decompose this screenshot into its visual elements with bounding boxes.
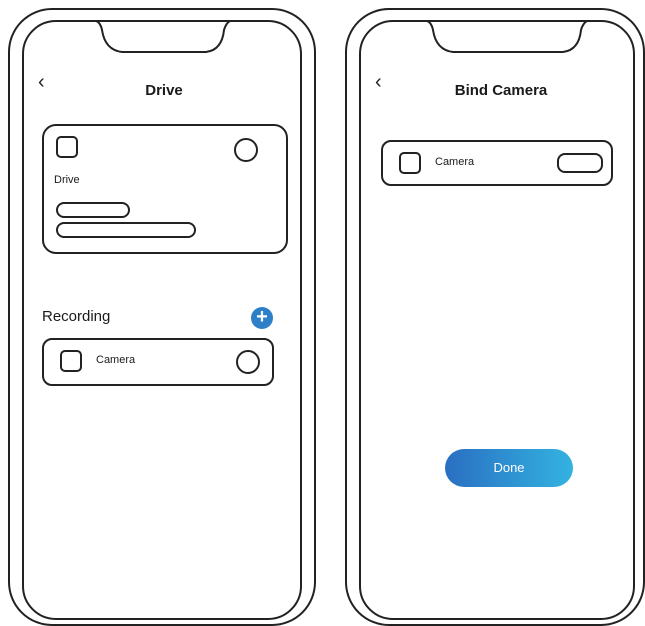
list-item-label: Camera [96,354,136,366]
phone-frame-drive: ‹ Drive Drive Recording + Camera [8,8,316,626]
drive-radio-icon[interactable] [234,138,258,162]
recording-heading: Recording [42,308,111,325]
radio-icon[interactable] [236,350,260,374]
drive-card[interactable]: Drive [42,124,288,254]
camera-bind-label: Camera [435,156,475,168]
add-recording-button[interactable]: + [251,307,273,329]
list-item[interactable]: Camera [42,338,274,386]
chevron-left-icon: ‹ [375,71,382,93]
page-title: Bind Camera [454,82,548,99]
drive-card-label: Drive [54,174,80,186]
plus-circle-icon: + [256,306,268,328]
notch [427,22,588,53]
bind-toggle[interactable] [557,153,603,173]
page-title: Drive [145,82,183,99]
camera-bind-item[interactable]: Camera [381,140,613,186]
done-button[interactable]: Done [445,449,573,487]
chevron-left-icon: ‹ [38,71,45,93]
placeholder-bar [56,222,196,238]
phone-screen-drive: ‹ Drive Drive Recording + Camera [22,20,302,620]
phone-screen-bind-camera: ‹ Bind Camera Camera Done [359,20,635,620]
phone-frame-bind-camera: ‹ Bind Camera Camera Done [345,8,645,626]
placeholder-bar [56,202,130,218]
camera-icon [399,152,421,174]
back-button[interactable]: ‹ [38,72,45,92]
back-button[interactable]: ‹ [375,72,382,92]
notch [96,22,231,53]
camera-icon [60,350,82,372]
drive-icon [56,136,78,158]
